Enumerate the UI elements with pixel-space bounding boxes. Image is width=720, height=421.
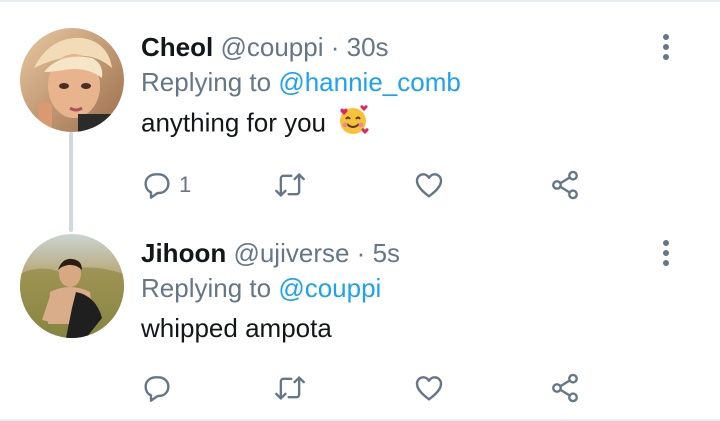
replying-to-mention[interactable]: @hannie_comb xyxy=(278,67,461,97)
tweet-header: Jihoon @ujiverse · 5s xyxy=(141,236,650,270)
more-options-button[interactable] xyxy=(656,30,676,64)
tweet-body: whipped ampota xyxy=(141,313,332,343)
retweet-button[interactable] xyxy=(273,368,307,408)
author-handle[interactable]: @ujiverse xyxy=(233,238,349,268)
smiling-face-with-hearts-icon xyxy=(337,104,369,145)
author-name[interactable]: Jihoon xyxy=(141,238,226,268)
tweet-header: Cheol @couppi · 30s xyxy=(141,30,650,64)
share-button[interactable] xyxy=(549,368,581,408)
like-icon xyxy=(415,376,443,401)
share-icon xyxy=(552,373,578,403)
replying-to-line: Replying to @couppi xyxy=(141,270,650,306)
avatar-jihoon[interactable] xyxy=(20,234,124,338)
reply-button[interactable] xyxy=(141,368,179,408)
avatar-cheol[interactable] xyxy=(20,28,124,132)
reply-icon xyxy=(144,376,170,402)
more-options-button[interactable] xyxy=(656,236,676,270)
retweet-icon xyxy=(275,376,305,400)
like-button[interactable] xyxy=(413,368,445,408)
replying-to-label: Replying to xyxy=(141,273,272,303)
tweet-jihoon[interactable]: Jihoon @ujiverse · 5s Replying to @coupp… xyxy=(0,215,720,421)
reply-count: 1 xyxy=(179,172,192,197)
tweet-text: anything for you xyxy=(141,104,650,145)
more-options-icon xyxy=(663,240,669,246)
tweet-text: whipped ampota xyxy=(141,310,650,346)
reply-button[interactable]: 1 xyxy=(141,165,191,205)
share-icon xyxy=(552,170,578,200)
retweet-button[interactable] xyxy=(273,165,307,205)
tweet-cheol[interactable]: Cheol @couppi · 30s Replying to @hannie_… xyxy=(0,0,720,215)
like-button[interactable] xyxy=(413,165,445,205)
author-handle[interactable]: @couppi xyxy=(220,32,323,62)
tweet-actions: 1 xyxy=(141,165,601,205)
more-options-icon xyxy=(663,34,669,40)
separator-dot: · xyxy=(356,238,366,268)
tweet-actions xyxy=(141,368,601,408)
retweet-icon xyxy=(275,173,305,197)
like-icon xyxy=(415,173,443,198)
timestamp[interactable]: 30s xyxy=(347,32,389,62)
timestamp[interactable]: 5s xyxy=(373,238,400,268)
share-button[interactable] xyxy=(549,165,581,205)
replying-to-label: Replying to xyxy=(141,67,272,97)
replying-to-mention[interactable]: @couppi xyxy=(278,273,381,303)
separator-dot: · xyxy=(330,32,340,62)
reply-icon xyxy=(144,173,170,199)
tweet-content: Jihoon @ujiverse · 5s Replying to @coupp… xyxy=(141,236,650,346)
tweet-body: anything for you xyxy=(141,107,327,138)
author-name[interactable]: Cheol xyxy=(141,32,213,62)
replying-to-line: Replying to @hannie_comb xyxy=(141,64,650,100)
tweet-content: Cheol @couppi · 30s Replying to @hannie_… xyxy=(141,30,650,145)
